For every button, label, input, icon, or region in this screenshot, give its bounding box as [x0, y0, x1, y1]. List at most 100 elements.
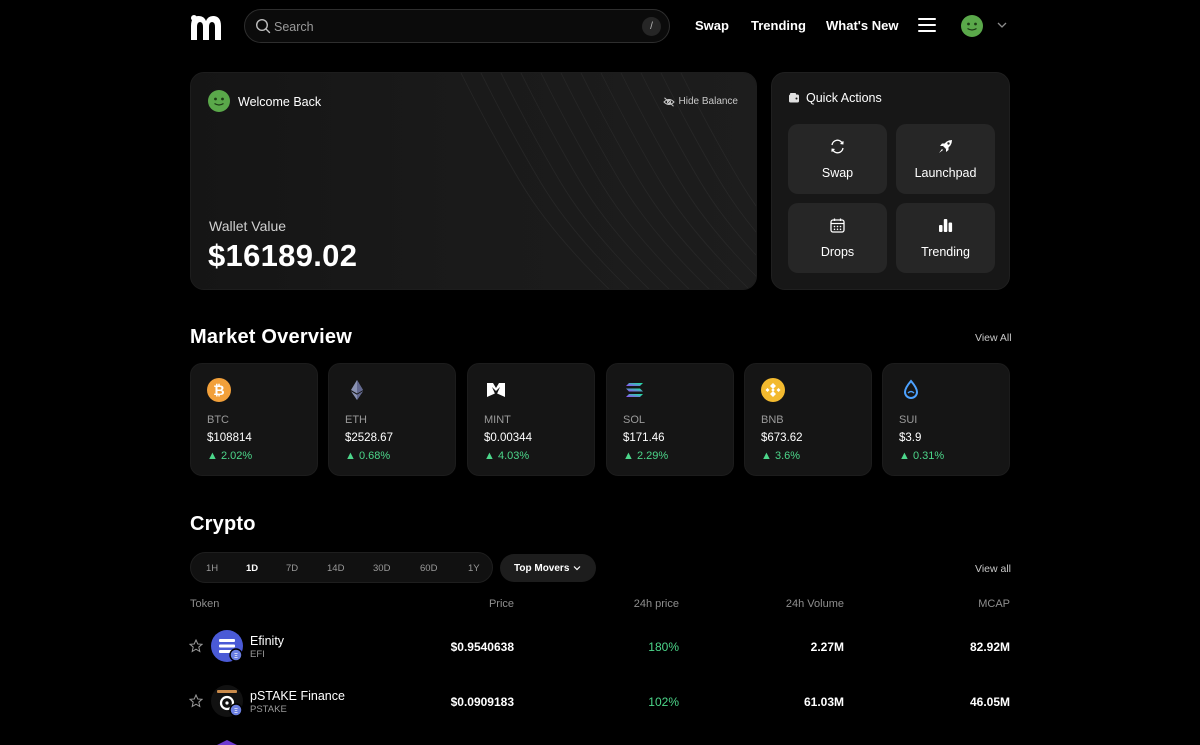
market-card-eth[interactable]: ETH $2528.67 ▲ 0.68% [328, 363, 456, 476]
timeframe-7d[interactable]: 7D [286, 563, 298, 574]
nav-link-whats-new[interactable]: What's New [826, 18, 898, 33]
timeframe-60d[interactable]: 60D [420, 563, 437, 574]
token-icon-partial [217, 740, 237, 745]
coin-symbol: BTC [207, 414, 229, 426]
coin-symbol: MINT [484, 414, 511, 426]
star-icon[interactable] [189, 639, 203, 653]
token-symbol: EFI [250, 649, 265, 660]
coin-change: ▲ 3.6% [761, 450, 801, 462]
hamburger-icon[interactable] [918, 18, 936, 32]
welcome-title: Welcome Back [238, 95, 322, 109]
search-icon [255, 18, 271, 34]
svg-text:Ξ: Ξ [234, 707, 238, 715]
bnb-icon [761, 378, 785, 402]
timeframe-1h[interactable]: 1H [206, 563, 218, 574]
solana-icon [626, 383, 643, 397]
token-24h-change: 102% [648, 695, 679, 709]
quick-drops-button[interactable]: Drops [788, 203, 887, 273]
timeframe-1y[interactable]: 1Y [468, 563, 480, 574]
sui-icon [903, 379, 919, 399]
top-movers-label: Top Movers [514, 563, 570, 574]
search-input[interactable] [274, 17, 614, 37]
token-mcap: 82.92M [969, 640, 1010, 654]
brand-m-icon[interactable] [188, 10, 224, 42]
coin-price: $673.62 [761, 432, 803, 444]
coin-change: ▲ 2.29% [623, 450, 669, 462]
market-card-btc[interactable]: ₿ BTC $108814 ▲ 2.02% [190, 363, 318, 476]
quick-launchpad-button[interactable]: Launchpad [896, 124, 995, 194]
nav-link-swap[interactable]: Swap [695, 18, 729, 33]
market-overview-heading: Market Overview [190, 326, 352, 348]
smiley-avatar-icon[interactable] [961, 15, 983, 37]
coin-change-value: 0.68% [358, 450, 391, 462]
timeframe-selector: 1H 1D 7D 14D 30D 60D 1Y [190, 552, 493, 583]
bitcoin-icon: ₿ [207, 378, 231, 402]
crypto-view-all-link[interactable]: View all [975, 563, 1011, 575]
quick-drops-label: Drops [820, 245, 855, 259]
market-card-sol[interactable]: SOL $171.46 ▲ 2.29% [606, 363, 734, 476]
top-nav: / Swap Trending What's New [0, 0, 1200, 52]
market-card-mint[interactable]: MINT $0.00344 ▲ 4.03% [467, 363, 595, 476]
search-bar[interactable]: / [244, 9, 670, 43]
coin-price: $3.9 [899, 432, 922, 444]
market-card-sui[interactable]: SUI $3.9 ▲ 0.31% [882, 363, 1010, 476]
coin-price: $0.00344 [484, 432, 532, 444]
quick-actions-title: Quick Actions [806, 91, 882, 105]
coin-change-value: 0.31% [912, 450, 945, 462]
smiley-avatar-icon [208, 90, 230, 112]
wallet-icon [789, 93, 799, 103]
search-shortcut-badge: / [642, 17, 661, 36]
quick-actions-header: Quick Actions [788, 91, 882, 105]
coin-symbol: SOL [623, 414, 646, 426]
timeframe-1d[interactable]: 1D [246, 563, 258, 574]
market-card-bnb[interactable]: BNB $673.62 ▲ 3.6% [744, 363, 872, 476]
svg-text:₿: ₿ [213, 383, 224, 399]
refresh-icon [831, 139, 844, 154]
token-name: Efinity [250, 634, 285, 648]
quick-actions-card: Quick Actions Swap Launchpad Drops Trend… [771, 72, 1010, 290]
quick-trending-label: Trending [921, 245, 970, 259]
token-volume: 2.27M [810, 640, 844, 654]
wallet-value-label: Wallet Value [209, 218, 287, 234]
chevron-down-icon [573, 566, 581, 571]
coin-symbol: ETH [345, 414, 367, 426]
token-mcap: 46.05M [969, 695, 1010, 709]
coin-change-value: 3.6% [774, 450, 801, 462]
coin-price: $2528.67 [345, 432, 393, 444]
quick-swap-label: Swap [821, 166, 854, 180]
coin-change: ▲ 4.03% [484, 450, 530, 462]
svg-text:Ξ: Ξ [234, 652, 238, 660]
coin-change: ▲ 2.02% [207, 450, 253, 462]
token-price: $0.9540638 [450, 640, 514, 654]
bar-chart-icon [939, 219, 953, 232]
quick-trending-button[interactable]: Trending [896, 203, 995, 273]
crypto-heading: Crypto [190, 513, 256, 535]
coin-change-value: 2.29% [636, 450, 669, 462]
rocket-icon [939, 140, 952, 153]
token-24h-change: 180% [648, 640, 679, 654]
pstake-icon: Ξ [211, 685, 243, 717]
wallet-value: $16189.02 [208, 238, 358, 273]
token-symbol: PSTAKE [250, 704, 287, 715]
timeframe-30d[interactable]: 30D [373, 563, 390, 574]
column-header-24h-price: 24h price [633, 598, 679, 610]
star-icon[interactable] [189, 694, 203, 708]
timeframe-14d[interactable]: 14D [327, 563, 344, 574]
coin-price: $171.46 [623, 432, 665, 444]
market-view-all-link[interactable]: View All [975, 332, 1012, 344]
top-movers-dropdown[interactable]: Top Movers [500, 554, 596, 582]
token-volume: 61.03M [803, 695, 844, 709]
column-header-price: Price [488, 598, 514, 610]
coin-change-value: 4.03% [497, 450, 530, 462]
chevron-down-icon[interactable] [996, 20, 1008, 30]
quick-swap-button[interactable]: Swap [788, 124, 887, 194]
nav-link-trending[interactable]: Trending [751, 18, 806, 33]
coin-change: ▲ 0.68% [345, 450, 391, 462]
hide-balance-label: Hide Balance [678, 96, 738, 107]
welcome-card: Welcome Back Hide Balance Wallet Value $… [190, 72, 757, 290]
ethereum-icon [351, 380, 363, 400]
token-name: pSTAKE Finance [250, 689, 345, 703]
efinity-icon: Ξ [211, 630, 243, 662]
hide-balance-toggle[interactable]: Hide Balance [662, 96, 738, 107]
calendar-icon [830, 218, 845, 233]
